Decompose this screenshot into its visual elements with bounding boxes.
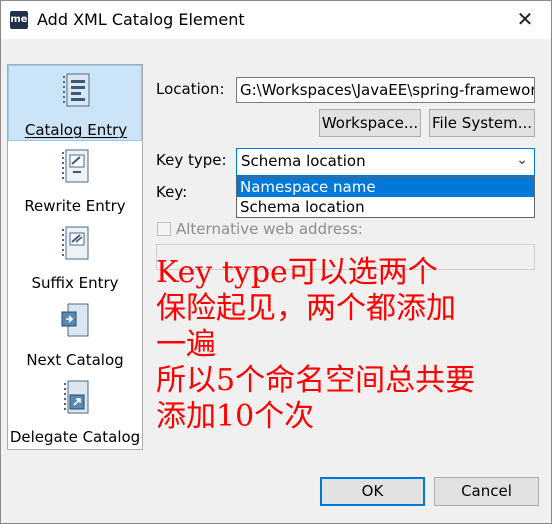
element-type-list: Catalog Entry Rewrite Entry Suffix Entry xyxy=(7,64,143,450)
sidebar-item-label: Catalog Entry xyxy=(24,121,128,139)
key-type-value: Schema location xyxy=(241,152,366,170)
key-type-dropdown: Namespace name Schema location xyxy=(236,176,535,218)
location-input[interactable]: G:\Workspaces\JavaEE\spring-frameworl xyxy=(236,77,535,103)
key-type-select[interactable]: Schema location ⌄ xyxy=(236,148,535,176)
sidebar-item-label: Next Catalog xyxy=(26,351,124,369)
cancel-button[interactable]: Cancel xyxy=(434,477,539,506)
location-label: Location: xyxy=(156,80,225,98)
annotation-line: 保险起见，两个都添加 xyxy=(156,291,456,326)
next-catalog-icon xyxy=(61,303,89,337)
handwritten-annotation: Key type可以选两个 保险起见，两个都添加 一遍 所以5个命名空间总共要 … xyxy=(156,255,551,435)
file-system-button[interactable]: File System... xyxy=(429,109,535,137)
app-logo-icon: me xyxy=(10,11,28,29)
chevron-down-icon: ⌄ xyxy=(516,152,528,168)
title-bar: me Add XML Catalog Element ✕ xyxy=(1,1,551,39)
annotation-line: 所以5个命名空间总共要 xyxy=(156,363,476,398)
ok-button[interactable]: OK xyxy=(320,477,425,506)
key-label: Key: xyxy=(156,183,188,201)
annotation-line: Key type可以选两个 xyxy=(156,255,438,290)
suffix-entry-icon xyxy=(62,226,89,260)
dialog-window: me Add XML Catalog Element ✕ Catalog Ent… xyxy=(0,0,552,524)
close-icon[interactable]: ✕ xyxy=(513,7,537,31)
annotation-line: 一遍 xyxy=(156,327,216,362)
workspace-button[interactable]: Workspace... xyxy=(319,109,421,137)
annotation-line: 添加10个次 xyxy=(156,399,315,434)
sidebar-item-next-catalog[interactable]: Next Catalog xyxy=(8,296,142,372)
key-type-label: Key type: xyxy=(156,151,227,169)
sidebar-item-delegate-catalog[interactable]: Delegate Catalog xyxy=(8,373,142,449)
sidebar-item-catalog-entry[interactable]: Catalog Entry xyxy=(8,65,142,141)
sidebar-item-label: Delegate Catalog xyxy=(9,428,141,446)
delegate-catalog-icon xyxy=(64,380,89,414)
alternative-web-address-label: Alternative web address: xyxy=(176,220,363,238)
sidebar-item-rewrite-entry[interactable]: Rewrite Entry xyxy=(8,142,142,218)
catalog-entry-icon xyxy=(63,73,90,107)
sidebar-item-label: Rewrite Entry xyxy=(24,197,126,215)
dropdown-option-namespace-name[interactable]: Namespace name xyxy=(237,177,534,197)
alternative-web-address-checkbox[interactable] xyxy=(157,222,171,236)
rewrite-entry-icon xyxy=(62,149,89,183)
window-title: Add XML Catalog Element xyxy=(37,10,245,29)
dropdown-option-schema-location[interactable]: Schema location xyxy=(237,197,534,217)
sidebar-item-suffix-entry[interactable]: Suffix Entry xyxy=(8,219,142,295)
sidebar-item-label: Suffix Entry xyxy=(31,274,119,292)
